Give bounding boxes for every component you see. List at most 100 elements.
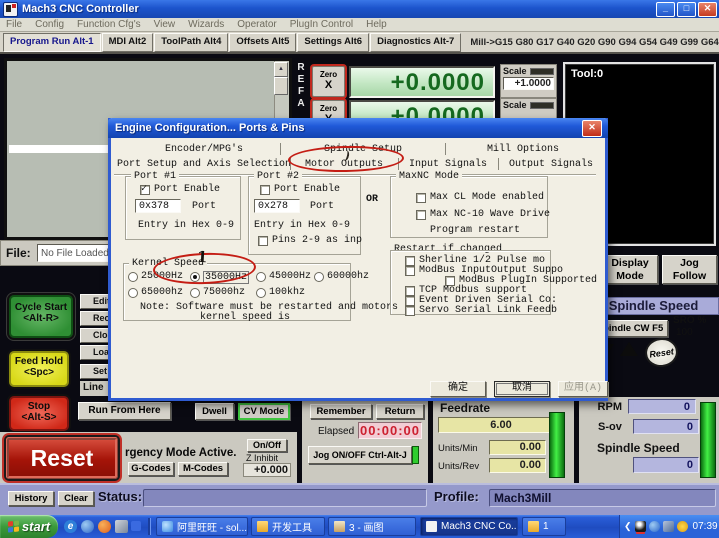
modbus-io-checkbox[interactable] [405, 266, 415, 276]
sro-reset-button[interactable]: Reset [643, 335, 680, 370]
kernel-100k-radio[interactable] [256, 288, 266, 298]
history-button[interactable]: History [8, 491, 54, 506]
servo-serial-checkbox[interactable] [405, 306, 415, 316]
menu-config[interactable]: Config [35, 19, 64, 30]
servo-serial-label[interactable]: Servo Serial Link Feedb [419, 305, 557, 316]
tab-offsets[interactable]: Offsets Alt5 [229, 32, 297, 52]
ie-quicklaunch-icon[interactable]: e [64, 520, 77, 533]
kernel-65000-radio[interactable] [128, 288, 138, 298]
port2-pins-label[interactable]: Pins 2-9 as inp [272, 235, 362, 246]
cycle-start-button[interactable]: Cycle Start <Alt-R> [9, 295, 73, 338]
task-folder-1[interactable]: 1 [522, 517, 566, 536]
kernel-60000-radio[interactable] [314, 272, 324, 282]
close-button[interactable]: ✕ [698, 2, 717, 17]
gcodes-button[interactable]: G-Codes [128, 462, 174, 476]
maxnc10-checkbox[interactable] [416, 210, 426, 220]
tab-diagnostics[interactable]: Diagnostics Alt-7 [370, 32, 462, 52]
minimize-button[interactable]: _ [656, 2, 675, 17]
port1-address-field[interactable]: 0x378 [135, 199, 181, 213]
dialog-tab-input-signals[interactable]: Input Signals [409, 159, 487, 170]
desktop-quicklaunch-icon[interactable] [115, 520, 128, 533]
kernel-45000-label[interactable]: 45000Hz [269, 271, 311, 282]
menu-file[interactable]: File [6, 19, 22, 30]
msn-quicklaunch-icon[interactable] [81, 520, 94, 533]
dialog-tab-encoder[interactable]: Encoder/MPG's [165, 144, 243, 155]
dialog-tab-port-setup[interactable]: Port Setup and Axis Selection [117, 159, 291, 170]
network-tray-icon[interactable] [662, 521, 674, 532]
kernel-100k-label[interactable]: 100khz [269, 287, 305, 298]
dialog-cancel-button[interactable]: 取消 [494, 381, 550, 397]
tray-chevron-icon[interactable]: ❮ [624, 521, 632, 532]
port2-pins-checkbox[interactable] [258, 236, 268, 246]
jog-follow-button[interactable]: Jog Follow [662, 255, 717, 284]
jog-onoff-toggle[interactable]: Jog ON/OFF Ctrl-Alt-J [308, 446, 412, 464]
kernel-25000-radio[interactable] [128, 272, 138, 282]
port2-enable-label[interactable]: Port Enable [274, 184, 340, 195]
feed-hold-button[interactable]: Feed Hold <Spc> [9, 351, 69, 387]
kernel-45000-radio[interactable] [256, 272, 266, 282]
tab-mdi[interactable]: MDI Alt2 [101, 32, 154, 52]
menu-view[interactable]: View [154, 19, 176, 30]
mcodes-button[interactable]: M-Codes [178, 462, 228, 476]
stop-button[interactable]: Stop <Alt-S> [9, 396, 69, 431]
onoff-button[interactable]: On/Off [247, 439, 287, 452]
task-dev-tools[interactable]: 开发工具 [251, 517, 325, 536]
port2-enable-checkbox[interactable] [260, 185, 270, 195]
zero-x-button[interactable]: Zero X [312, 66, 345, 97]
clear-button[interactable]: Clear [58, 491, 94, 506]
kernel-65000-label[interactable]: 65000hz [141, 287, 183, 298]
menu-operator[interactable]: Operator [237, 19, 276, 30]
menu-wizards[interactable]: Wizards [188, 19, 224, 30]
task-aliwangwang[interactable]: 阿里旺旺 - sol... [156, 517, 248, 536]
dwell-indicator[interactable]: Dwell [195, 403, 234, 420]
return-button[interactable]: Return [376, 404, 424, 419]
security-tray-icon[interactable] [676, 521, 688, 532]
reset-button[interactable]: Reset [6, 437, 118, 479]
kernel-60000-label[interactable]: 60000hz [327, 271, 369, 282]
x-scale-value[interactable]: +1.0000 [503, 77, 554, 90]
sherline-checkbox[interactable] [405, 256, 415, 266]
display-mode-button[interactable]: Display Mode [602, 255, 658, 284]
remember-button[interactable]: Remember [310, 404, 372, 419]
event-serial-checkbox[interactable] [405, 296, 415, 306]
task-mach3-active[interactable]: Mach3 CNC Co... [420, 517, 518, 536]
z-inhibit-value[interactable]: +0.000 [243, 463, 291, 477]
cv-mode-indicator[interactable]: CV Mode [238, 403, 290, 420]
maxcl-label[interactable]: Max CL Mode enabled [430, 192, 544, 203]
tab-settings[interactable]: Settings Alt6 [297, 32, 370, 52]
qq-tray-icon[interactable] [634, 521, 646, 532]
port1-title: Port #1 [131, 171, 180, 182]
menu-function-cfgs[interactable]: Function Cfg's [77, 19, 141, 30]
port1-enable-checkbox[interactable] [140, 183, 150, 195]
tab-program-run[interactable]: Program Run Alt-1 [3, 32, 101, 52]
maxcl-checkbox[interactable] [416, 193, 426, 203]
tcp-modbus-checkbox[interactable] [405, 286, 415, 296]
dialog-titlebar[interactable]: Engine Configuration... Ports & Pins [108, 118, 608, 138]
spindle-speed-value[interactable]: 0 [633, 457, 699, 473]
scroll-up-icon[interactable]: ▲ [274, 62, 288, 77]
maxnc10-label[interactable]: Max NC-10 Wave Drive [430, 209, 550, 220]
feedrate-value[interactable]: 6.00 [438, 417, 564, 433]
spindle-up-arrow-icon[interactable] [620, 342, 638, 356]
media-quicklaunch-icon[interactable] [131, 521, 141, 531]
dialog-ok-button[interactable]: 确定 [430, 381, 486, 397]
run-from-here-button[interactable]: Run From Here [78, 402, 171, 420]
menu-plugin-control[interactable]: PlugIn Control [290, 19, 353, 30]
tab-toolpath[interactable]: ToolPath Alt4 [154, 32, 229, 52]
menu-help[interactable]: Help [366, 19, 387, 30]
port2-address-field[interactable]: 0x278 [254, 199, 300, 213]
dialog-tab-mill-options[interactable]: Mill Options [487, 144, 559, 155]
start-button[interactable]: start [0, 515, 58, 538]
kernel-75000-radio[interactable] [190, 288, 200, 298]
kernel-75000-label[interactable]: 75000hz [203, 287, 245, 298]
dialog-apply-button[interactable]: 应用(A) [558, 381, 608, 397]
task-paint[interactable]: 3 - 画图 [328, 517, 416, 536]
maximize-button[interactable]: □ [677, 2, 696, 17]
port1-enable-label[interactable]: Port Enable [154, 184, 220, 195]
dialog-tab-output-signals[interactable]: Output Signals [509, 159, 593, 170]
dialog-close-icon[interactable]: ✕ [582, 120, 602, 137]
scroll-thumb[interactable] [274, 77, 288, 95]
x-axis-dro[interactable]: +0.0000 [349, 66, 495, 98]
browser-quicklaunch-icon[interactable] [98, 520, 111, 533]
msn-tray-icon[interactable] [648, 521, 660, 532]
